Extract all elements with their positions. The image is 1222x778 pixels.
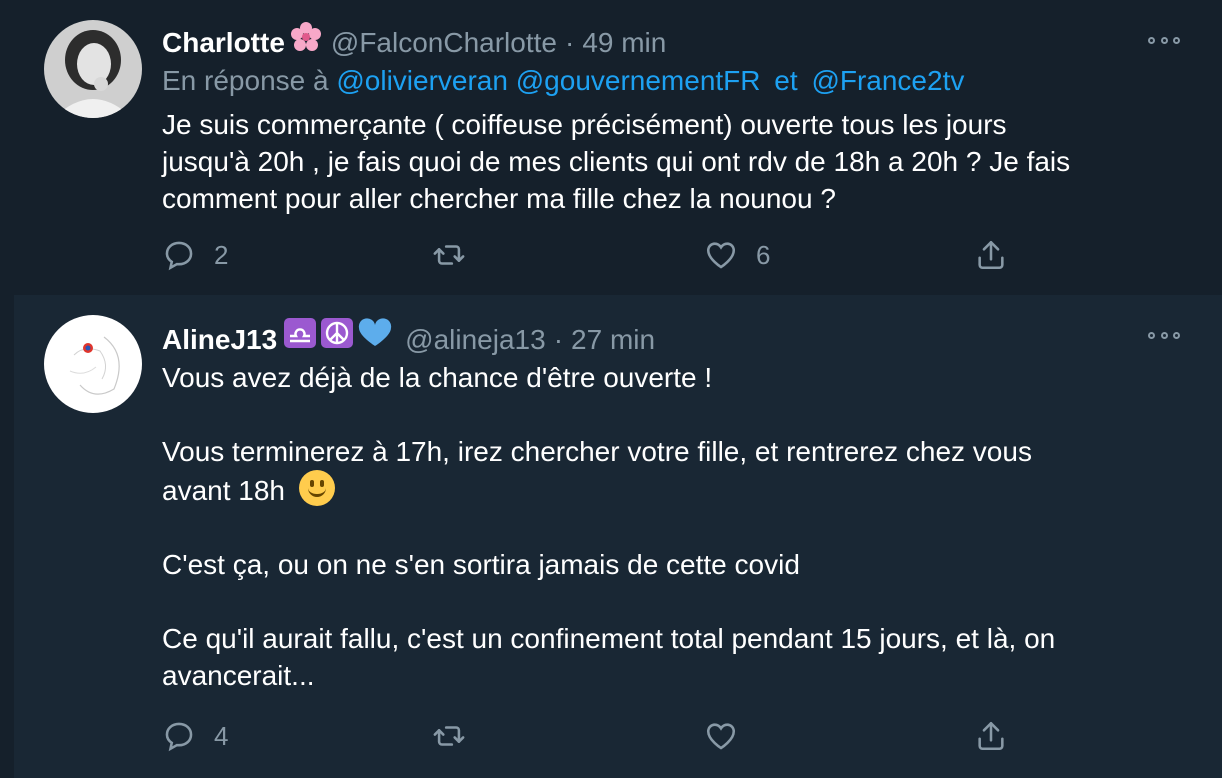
user-handle[interactable]: @alineja13 — [405, 323, 546, 357]
tweet-text-line: avancerait... — [162, 660, 315, 691]
display-name[interactable]: Charlotte — [162, 26, 285, 60]
tweet-text-fragment: avant 18h — [162, 475, 285, 506]
tweet-text-line: Je suis commerçante ( coiffeuse précisém… — [162, 109, 1007, 140]
reply-icon — [165, 241, 193, 271]
user-handle[interactable]: @FalconCharlotte — [331, 26, 557, 60]
reply-joiner: et — [774, 65, 798, 96]
mention-link[interactable]: @France2tv — [811, 65, 964, 96]
heart-icon — [706, 242, 736, 269]
more-options-icon[interactable] — [1144, 323, 1184, 347]
tweet-text: Vous avez déjà de la chance d'être ouver… — [162, 359, 1055, 694]
cherry-blossom-icon — [290, 22, 321, 60]
share-icon — [978, 721, 1004, 751]
reply-button[interactable]: 2 — [162, 238, 228, 272]
share-button[interactable] — [974, 238, 1008, 272]
reply-icon — [165, 722, 193, 752]
like-count: 6 — [756, 239, 771, 270]
share-button[interactable] — [974, 719, 1008, 753]
like-button[interactable]: 6 — [704, 238, 770, 272]
tweet-text-line: Ce qu'il aurait fallu, c'est un confinem… — [162, 623, 1056, 654]
reply-count: 4 — [214, 720, 229, 751]
retweet-button[interactable] — [432, 719, 484, 753]
mention-link[interactable]: @olivierveran — [336, 65, 508, 96]
retweet-icon — [433, 245, 465, 265]
retweet-icon — [433, 726, 465, 746]
retweet-button[interactable] — [432, 238, 484, 272]
tweet-alinej13[interactable]: AlineJ13 @alineja13 · 27 min Vous avez d… — [0, 295, 1222, 778]
avatar[interactable] — [44, 315, 142, 413]
avatar[interactable] — [44, 20, 142, 118]
tweet-text-line: Vous terminerez à 17h, irez chercher vot… — [162, 436, 1032, 467]
tweet-text-line: comment pour aller chercher ma fille che… — [162, 183, 836, 214]
smiling-face-icon — [298, 470, 335, 506]
separator-dot: · — [553, 324, 564, 355]
libra-peace-heart-icon — [283, 317, 395, 357]
reply-context: En réponse à @olivierveran @gouvernement… — [162, 64, 964, 98]
mention-link[interactable]: @gouvernementFR — [516, 65, 761, 96]
reply-button[interactable]: 4 — [162, 719, 228, 753]
heart-icon — [706, 723, 736, 750]
timestamp[interactable]: 49 min — [582, 26, 666, 60]
tweet-text-line-with-emoji: avant 18h — [162, 470, 1055, 509]
tweet-header: AlineJ13 @alineja13 · 27 min — [162, 317, 655, 357]
display-name[interactable]: AlineJ13 — [162, 323, 277, 357]
reply-count: 2 — [214, 239, 229, 270]
tweet-text-line: Vous avez déjà de la chance d'être ouver… — [162, 362, 713, 393]
separator-dot: · — [564, 27, 575, 58]
tweet-charlotte[interactable]: Charlotte @FalconCharlotte · 49 min En r… — [0, 0, 1222, 295]
more-options-icon[interactable] — [1144, 28, 1184, 52]
reply-prefix: En réponse à — [162, 65, 329, 96]
tweet-text-line: jusqu'à 20h , je fais quoi de mes client… — [162, 146, 1071, 177]
tweet-text: Je suis commerçante ( coiffeuse précisém… — [162, 106, 1070, 217]
tweet-header: Charlotte @FalconCharlotte · 49 min — [162, 22, 666, 60]
timestamp[interactable]: 27 min — [571, 323, 655, 357]
share-icon — [978, 240, 1004, 270]
like-button[interactable] — [704, 719, 756, 753]
tweet-text-line: C'est ça, ou on ne s'en sortira jamais d… — [162, 549, 800, 580]
